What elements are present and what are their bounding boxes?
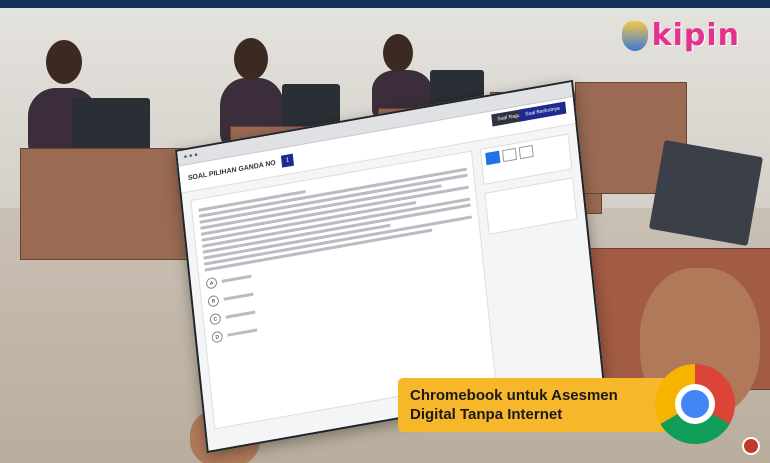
corner-badge-icon: [742, 437, 760, 455]
nav-number[interactable]: [502, 147, 518, 163]
nav-number[interactable]: [518, 144, 534, 160]
info-panel: [484, 177, 578, 235]
top-bar: [0, 0, 770, 8]
kipin-mascot-icon: [621, 20, 648, 51]
laptop: [648, 140, 764, 246]
question-navigator: [479, 133, 593, 378]
student-head: [383, 34, 413, 72]
nav-number[interactable]: [485, 150, 501, 166]
brand-logo: kipin: [621, 18, 740, 53]
chrome-logo-center: [669, 378, 721, 430]
question-number: 1: [280, 153, 295, 168]
caption-line-1: Chromebook untuk Asesmen: [410, 387, 618, 404]
student-head: [234, 38, 268, 80]
caption-banner: Chromebook untuk Asesmen Digital Tanpa I…: [398, 378, 668, 432]
caption-line-2: Digital Tanpa Internet: [410, 406, 563, 423]
logo-text: kipin: [651, 18, 740, 53]
promo-image: ● ● ● SOAL PILIHAN GANDA NO 1 Soal Ragu …: [0, 0, 770, 463]
student-head: [46, 40, 82, 84]
